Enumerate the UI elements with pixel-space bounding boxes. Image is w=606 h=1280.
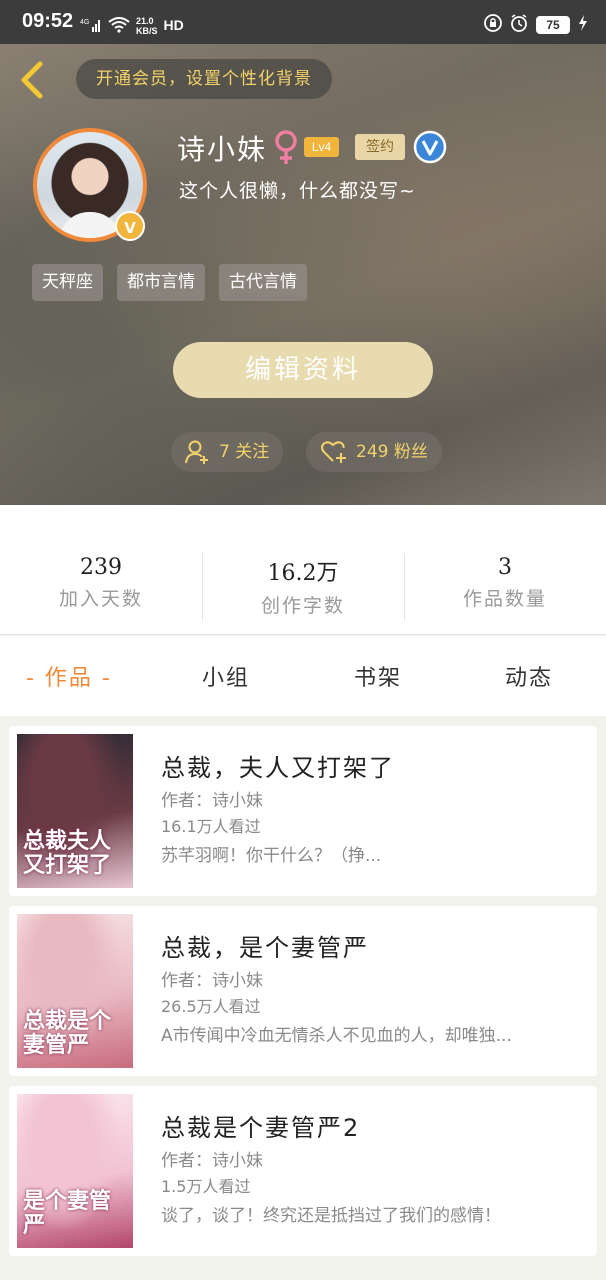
tag-item[interactable]: 都市言情	[117, 264, 205, 301]
tab-bookshelf[interactable]: 书架	[354, 660, 402, 692]
stat-label: 加入天数	[58, 588, 143, 610]
wifi-icon	[108, 16, 130, 36]
level-badge: Lv4	[304, 137, 339, 157]
avatar-figure	[59, 212, 121, 238]
back-arrow-icon	[21, 61, 43, 99]
book-cover: 总裁夫人又打架了	[17, 734, 133, 888]
signed-badge: 签约	[355, 134, 405, 160]
cover-title: 是个妻管严	[23, 1189, 112, 1238]
tab-activity[interactable]: 动态	[505, 660, 553, 692]
cover-title: 总裁是个妻管严	[23, 1009, 112, 1058]
vip-banner[interactable]: 开通会员，设置个性化背景	[76, 59, 332, 99]
verified-icon	[413, 130, 447, 164]
book-views: 26.5万人看过	[161, 997, 261, 1016]
book-views: 16.1万人看过	[161, 817, 261, 836]
verified-v-badge: V	[115, 211, 145, 241]
following-button[interactable]: 7 关注	[171, 432, 284, 472]
book-description: 苏芊羽啊！你干什么？（挣...	[161, 846, 382, 866]
tab-groups[interactable]: 小组	[202, 660, 250, 692]
back-button[interactable]	[14, 60, 50, 100]
alarm-icon	[510, 14, 528, 36]
book-title: 总裁，是个妻管严	[161, 934, 369, 962]
stat-value: 239	[80, 555, 122, 580]
status-bar: 09:52 4G 21.0 KB/S HD 75	[0, 0, 606, 44]
book-title: 总裁是个妻管严2	[161, 1114, 361, 1142]
book-author: 作者：诗小妹	[161, 971, 263, 991]
cover-title: 总裁夫人又打架了	[23, 829, 112, 878]
female-icon	[272, 130, 300, 166]
book-author: 作者：诗小妹	[161, 1151, 263, 1171]
add-user-icon	[185, 440, 208, 464]
following-count: 7 关注	[219, 442, 270, 462]
stat-value: 3	[498, 555, 512, 580]
network-speed: 21.0 KB/S	[136, 16, 158, 36]
tab-bar: - 作品 - 小组 书架 动态	[0, 636, 606, 716]
book-author: 作者：诗小妹	[161, 791, 263, 811]
bio-text: 这个人很懒，什么都没写~	[179, 180, 416, 202]
lock-icon	[484, 14, 502, 36]
hd-indicator: HD	[163, 16, 184, 33]
book-description: 谈了，谈了！终究还是抵挡过了我们的感情！	[161, 1206, 501, 1226]
tag-item[interactable]: 古代言情	[219, 264, 307, 301]
svg-text:4G: 4G	[80, 19, 89, 26]
book-views: 1.5万人看过	[161, 1177, 251, 1196]
fans-button[interactable]: 249 粉丝	[306, 432, 442, 472]
book-description: A市传闻中冷血无情杀人不见血的人，却唯独...	[161, 1026, 512, 1046]
stat-days: 239 加入天数	[0, 555, 202, 611]
stat-works: 3 作品数量	[404, 555, 606, 611]
work-card[interactable]: 总裁是个妻管严 总裁，是个妻管严 作者：诗小妹 26.5万人看过 A市传闻中冷血…	[9, 906, 597, 1076]
network-speed-unit: KB/S	[136, 26, 158, 36]
work-card[interactable]: 总裁夫人又打架了 总裁，夫人又打架了 作者：诗小妹 16.1万人看过 苏芊羽啊！…	[9, 726, 597, 896]
status-right-icons: 75	[484, 14, 588, 36]
network-speed-value: 21.0	[136, 16, 154, 26]
signal-icon: 4G	[80, 17, 102, 36]
book-cover: 是个妻管严	[17, 1094, 133, 1248]
stat-label: 作品数量	[462, 588, 547, 610]
stat-label: 创作字数	[260, 595, 345, 617]
status-time: 09:52	[22, 10, 74, 32]
book-cover: 总裁是个妻管严	[17, 914, 133, 1068]
battery-level: 75	[536, 16, 570, 34]
stats-panel: 239 加入天数 16.2万 创作字数 3 作品数量	[0, 505, 606, 635]
work-card[interactable]: 是个妻管严 总裁是个妻管严2 作者：诗小妹 1.5万人看过 谈了，谈了！终究还是…	[9, 1086, 597, 1256]
tag-item[interactable]: 天秤座	[32, 264, 103, 301]
status-left-icons: 4G 21.0 KB/S HD	[80, 16, 184, 36]
stat-value: 16.2万	[267, 561, 339, 586]
stat-words: 16.2万 创作字数	[202, 555, 404, 618]
profile-header: 开通会员，设置个性化背景 V 诗小妹 Lv4 签约 这个人很懒，什么都没写~ 天…	[0, 44, 606, 505]
works-list: 总裁夫人又打架了 总裁，夫人又打架了 作者：诗小妹 16.1万人看过 苏芊羽啊！…	[0, 716, 606, 1280]
tag-list: 天秤座 都市言情 古代言情	[32, 264, 307, 301]
tab-works[interactable]: - 作品 -	[26, 660, 112, 692]
heart-plus-icon	[321, 441, 346, 463]
username: 诗小妹	[177, 133, 268, 166]
fans-count: 249 粉丝	[356, 442, 428, 462]
book-title: 总裁，夫人又打架了	[161, 754, 395, 782]
edit-profile-button[interactable]: 编辑资料	[173, 342, 433, 398]
charging-icon	[578, 15, 588, 35]
